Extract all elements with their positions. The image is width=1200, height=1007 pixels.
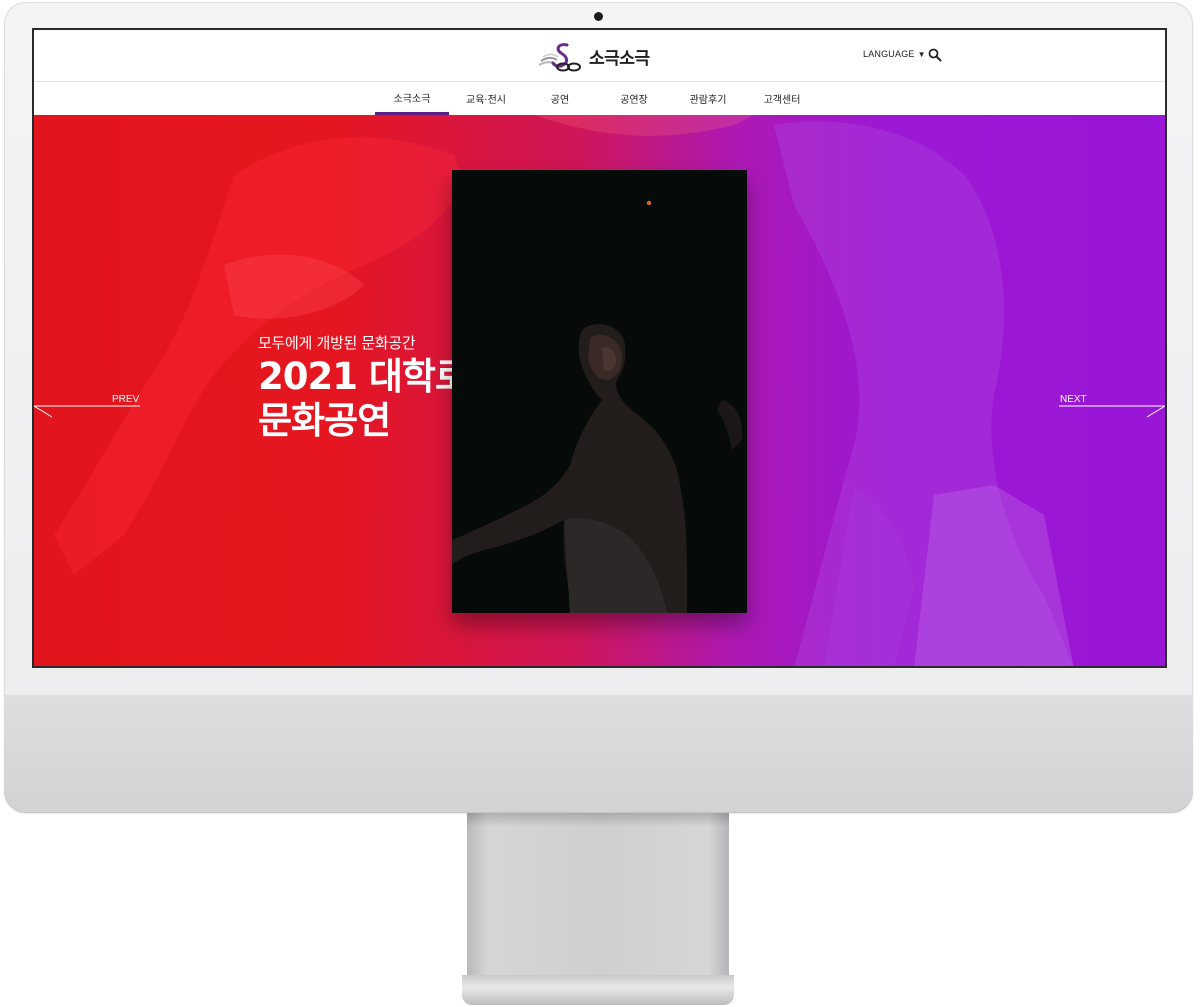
hero-title-line2: 문화공연 (258, 399, 391, 442)
prev-label: PREV (112, 394, 140, 405)
hero-title: 2021 대학로 문화공연 (258, 355, 469, 443)
nav-item-venue[interactable]: 공연장 (597, 82, 671, 115)
nav-item-reviews[interactable]: 관람후기 (671, 82, 745, 115)
chevron-down-icon: ▼ (917, 49, 926, 59)
monitor-stand (467, 813, 729, 981)
main-nav: 소극소극 교육·전시 공연 공연장 관람후기 고객센터 (34, 82, 1165, 115)
language-label: LANGUAGE (863, 49, 915, 59)
screen: 소극소극 LANGUAGE ▼ 소극소극 교육·전시 공연 공연장 관람후기 고… (32, 28, 1167, 668)
stand-shadow (467, 813, 729, 827)
camera-icon (594, 12, 603, 21)
nav-item-sogeuksogeuk[interactable]: 소극소극 (375, 82, 449, 115)
logo-mark-icon (538, 43, 581, 72)
monitor-foot (462, 975, 734, 1005)
next-arrow-icon (1059, 405, 1165, 418)
nav-item-education[interactable]: 교육·전시 (449, 82, 523, 115)
nav-item-customer-center[interactable]: 고객센터 (745, 82, 819, 115)
next-button[interactable]: NEXT (1059, 391, 1165, 421)
hero-banner: 모두에게 개방된 문화공간 2021 대학로 문화공연 PREV NEXT (34, 115, 1165, 666)
next-label: NEXT (1060, 394, 1087, 405)
logo-text: 소극소극 (589, 48, 650, 69)
hero-title-line1: 2021 대학로 (258, 355, 469, 398)
hero-subtitle: 모두에게 개방된 문화공간 (258, 334, 416, 352)
logo[interactable]: 소극소극 (537, 39, 650, 73)
prev-button[interactable]: PREV (34, 391, 140, 421)
prev-arrow-icon (34, 405, 140, 418)
language-selector[interactable]: LANGUAGE ▼ (863, 49, 926, 59)
site-header: 소극소극 LANGUAGE ▼ (34, 30, 1165, 82)
monitor-chin (4, 695, 1193, 813)
search-icon[interactable] (928, 48, 942, 62)
nav-item-performance[interactable]: 공연 (523, 82, 597, 115)
hero-photo-dancer (452, 170, 747, 613)
